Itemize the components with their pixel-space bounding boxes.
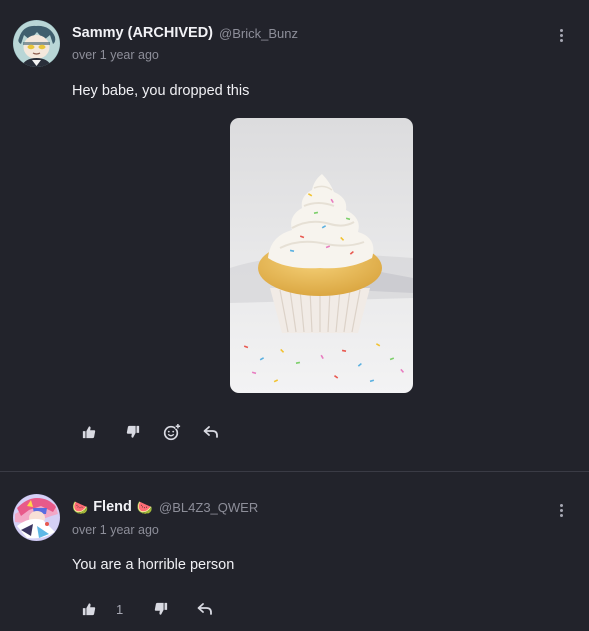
author-name[interactable]: Flend [93, 499, 132, 515]
comment-text: You are a horrible person [72, 557, 235, 573]
thumbs-up-icon[interactable] [78, 598, 100, 620]
author-line: 🍉 Flend 🍉 @BL4Z3_QWER [72, 499, 258, 515]
timestamp[interactable]: over 1 year ago [72, 48, 159, 62]
thumbs-up-icon[interactable] [78, 421, 100, 443]
comment-actions: 1 [78, 598, 216, 620]
image-attachment[interactable] [230, 118, 413, 393]
timestamp[interactable]: over 1 year ago [72, 523, 159, 537]
author-line: Sammy (ARCHIVED) @Brick_Bunz [72, 25, 298, 41]
thumbs-down-icon[interactable] [150, 598, 172, 620]
comment-2: 🍉 Flend 🍉 @BL4Z3_QWER over 1 year ago Yo… [0, 472, 589, 631]
comment-1: Sammy (ARCHIVED) @Brick_Bunz over 1 year… [0, 0, 589, 471]
reply-icon[interactable] [194, 598, 216, 620]
add-reaction-icon[interactable] [161, 421, 183, 443]
user-avatar-image [13, 20, 60, 67]
avatar[interactable] [13, 494, 60, 541]
more-options-icon[interactable] [552, 500, 570, 520]
more-options-icon[interactable] [552, 25, 570, 45]
author-handle[interactable]: @BL4Z3_QWER [159, 500, 258, 515]
watermelon-icon: 🍉 [136, 499, 154, 515]
watermelon-icon: 🍉 [72, 499, 89, 515]
cupcake-photo [230, 118, 413, 393]
author-handle[interactable]: @Brick_Bunz [219, 26, 298, 41]
like-count: 1 [116, 601, 124, 617]
reply-icon[interactable] [200, 421, 222, 443]
user-avatar-image [13, 494, 60, 541]
thumbs-down-icon[interactable] [122, 421, 144, 443]
comment-text: Hey babe, you dropped this [72, 83, 250, 99]
comment-actions [78, 421, 222, 443]
author-name[interactable]: Sammy (ARCHIVED) [72, 25, 213, 41]
avatar[interactable] [13, 20, 60, 67]
